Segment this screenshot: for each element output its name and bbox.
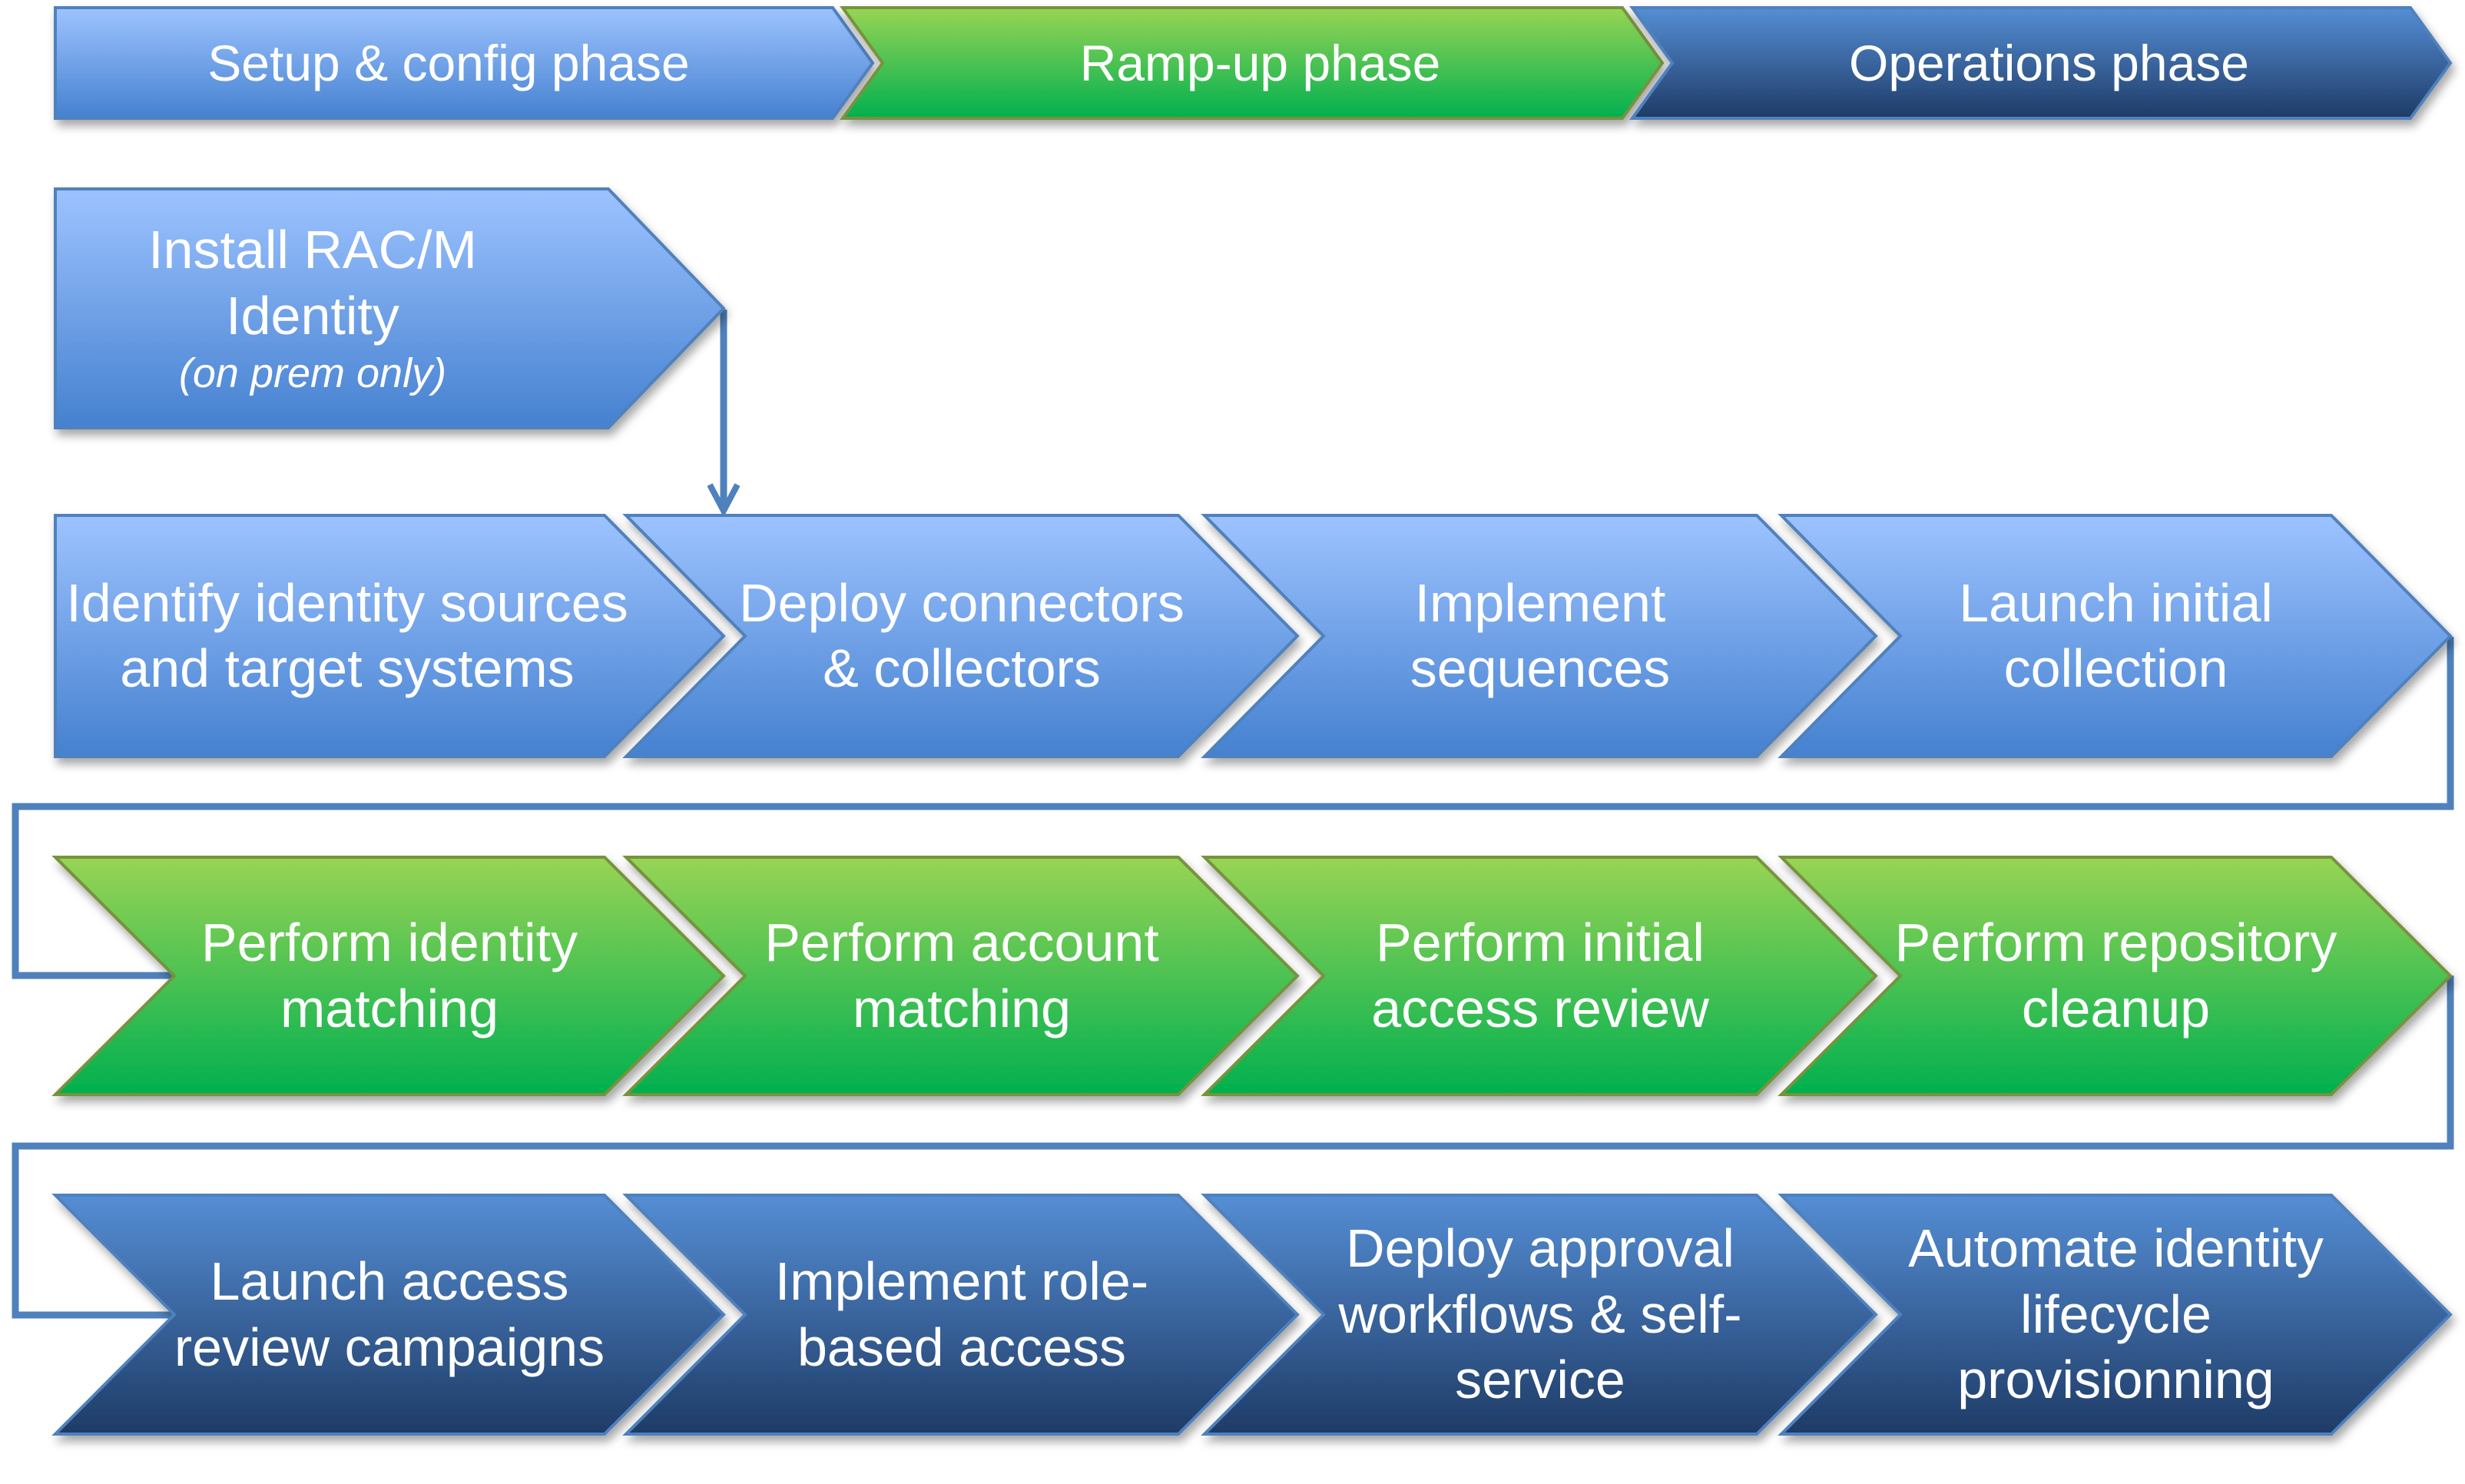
- step-label-identify-identity-sources-and-target-systems-text: Identify identity sources and target sys…: [66, 572, 628, 698]
- step-label-implement-role-based-access: Implement role-based access: [718, 1195, 1205, 1434]
- install-step-label-note: (on prem only): [178, 349, 447, 396]
- step-label-perform-initial-access-review: Perform initial access review: [1297, 857, 1784, 1095]
- phase-label-operations-phase: Operations phase: [1678, 8, 2420, 118]
- step-label-deploy-connectors-collectors-text: Deploy connectors & collectors: [739, 572, 1184, 698]
- step-label-perform-identity-matching-text: Perform identity matching: [200, 913, 578, 1038]
- step-label-perform-initial-access-review-text: Perform initial access review: [1371, 913, 1709, 1038]
- step-label-launch-initial-collection-text: Launch initial collection: [1959, 572, 2273, 698]
- step-label-deploy-approval-workflows-self-service: Deploy approval workflows & self-service: [1297, 1195, 1784, 1434]
- step-label-launch-access-review-campaigns: Launch access review campaigns: [147, 1195, 631, 1434]
- phase-label-operations-phase-text: Operations phase: [1848, 34, 2249, 91]
- step-label-launch-initial-collection: Launch initial collection: [1874, 515, 2358, 757]
- step-label-deploy-connectors-collectors: Deploy connectors & collectors: [718, 515, 1205, 757]
- phase-label-ramp-up-phase: Ramp-up phase: [889, 8, 1632, 118]
- step-label-deploy-approval-workflows-self-service-text: Deploy approval workflows & self-service: [1338, 1218, 1742, 1410]
- connectors: [12, 310, 2454, 1319]
- step-label-perform-repository-cleanup: Perform repository cleanup: [1874, 857, 2358, 1095]
- step-label-perform-identity-matching: Perform identity matching: [147, 857, 631, 1095]
- step-label-perform-account-matching-text: Perform account matching: [764, 913, 1159, 1038]
- step-label-implement-sequences-text: Implement sequences: [1410, 572, 1671, 698]
- phase-label-setup-config-phase-text: Setup & config phase: [207, 34, 690, 91]
- install-step-label-text: Install RAC/M Identity: [148, 220, 477, 346]
- step-label-perform-account-matching: Perform account matching: [718, 857, 1205, 1095]
- phase-label-ramp-up-phase-text: Ramp-up phase: [1079, 34, 1441, 91]
- phase-label-setup-config-phase: Setup & config phase: [55, 8, 842, 118]
- step-label-automate-identity-lifecycle-provisionning-text: Automate identity lifecycle provisionnin…: [1908, 1218, 2324, 1410]
- step-label-implement-role-based-access-text: Implement role-based access: [774, 1251, 1149, 1377]
- install-step-label: Install RAC/M Identity (on prem only): [71, 189, 555, 428]
- step-label-automate-identity-lifecycle-provisionning: Automate identity lifecycle provisionnin…: [1874, 1195, 2358, 1434]
- step-label-perform-repository-cleanup-text: Perform repository cleanup: [1894, 913, 2337, 1038]
- step-label-launch-access-review-campaigns-text: Launch access review campaigns: [174, 1251, 605, 1377]
- step-label-identify-identity-sources-and-target-systems: Identify identity sources and target sys…: [63, 515, 631, 757]
- step-label-implement-sequences: Implement sequences: [1297, 515, 1784, 757]
